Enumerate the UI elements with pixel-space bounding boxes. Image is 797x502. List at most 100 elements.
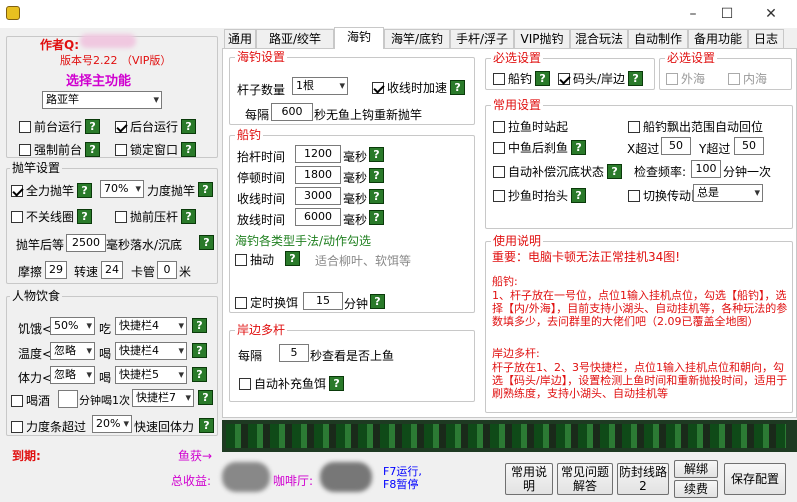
help-icon[interactable]: ?	[77, 183, 93, 198]
help-icon[interactable]: ?	[535, 71, 551, 86]
temp-slot-select[interactable]: 快捷栏4	[115, 342, 187, 360]
faq-button[interactable]: 常见问题 解答	[557, 463, 613, 495]
unbind-button[interactable]: 解绑	[674, 460, 718, 478]
help-icon[interactable]: ?	[369, 189, 384, 204]
after-throw-input[interactable]: 2500	[66, 234, 106, 252]
lift-head-checkbox[interactable]	[493, 189, 505, 202]
help-icon[interactable]: ?	[369, 168, 384, 183]
tab-bottom[interactable]: 海竿/底钓	[384, 29, 450, 48]
alcohol-option[interactable]: 喝酒	[11, 392, 50, 409]
outer-sea-option[interactable]: 外海	[666, 70, 705, 87]
lift-time-input[interactable]: 1200	[295, 145, 341, 163]
help-icon[interactable]: ?	[370, 294, 385, 309]
hunger-select[interactable]: 50%	[50, 317, 95, 335]
tab-sea[interactable]: 海钓	[334, 27, 384, 49]
shore-every-input[interactable]: 5	[279, 344, 309, 362]
help-icon[interactable]: ?	[192, 367, 207, 382]
friction-input[interactable]: 29	[45, 261, 67, 279]
anti-stuck-button[interactable]: 防封线路 2	[617, 463, 669, 495]
auto-fix-checkbox[interactable]	[493, 165, 505, 178]
hunger-slot-select[interactable]: 快捷栏4	[115, 317, 187, 335]
renew-button[interactable]: 续费	[674, 480, 718, 498]
tab-vip[interactable]: VIP抛钓	[514, 29, 570, 48]
boat-mode-checkbox[interactable]	[493, 72, 505, 85]
lift-option[interactable]: 拉鱼时站起	[493, 118, 568, 135]
auto-bait-option[interactable]: 自动补充鱼饵?	[239, 375, 345, 392]
full-power-checkbox[interactable]	[11, 184, 23, 197]
help-icon[interactable]: ?	[329, 376, 345, 391]
sea-every-input[interactable]: 600	[271, 103, 313, 121]
dock-mode-option[interactable]: 码头/岸边?	[558, 70, 644, 87]
help-icon[interactable]: ?	[607, 164, 623, 179]
auto-fix-option[interactable]: 自动补偿沉底状态?	[493, 163, 623, 180]
clip-input[interactable]: 0	[157, 261, 177, 279]
power-percent-select[interactable]: 70%	[100, 180, 144, 198]
check-freq-input[interactable]: 100	[691, 160, 721, 178]
maximize-button[interactable]: ☐	[712, 4, 742, 24]
alcohol-slot-select[interactable]: 快捷栏7	[132, 389, 194, 407]
help-icon[interactable]: ?	[181, 142, 197, 157]
release-time-input[interactable]: 6000	[295, 208, 341, 226]
y-over-input[interactable]: 50	[734, 137, 764, 155]
accelerate-option[interactable]: 收线时加速?	[372, 79, 466, 96]
mid-stop-option[interactable]: 中鱼后刹鱼?	[493, 139, 587, 156]
stamina-slot-select[interactable]: 快捷栏5	[115, 366, 187, 384]
tab-backup[interactable]: 备用功能	[688, 29, 748, 48]
tab-general[interactable]: 通用	[224, 29, 256, 48]
close-button[interactable]: ✕	[756, 4, 786, 24]
tab-log[interactable]: 日志	[748, 29, 784, 48]
twitch-checkbox[interactable]	[235, 253, 247, 266]
auto-bait-checkbox[interactable]	[239, 377, 251, 390]
boat-mode-option[interactable]: 船钓?	[493, 70, 551, 87]
timed-swap-input[interactable]: 15	[303, 292, 343, 310]
tab-float[interactable]: 手杆/浮子	[450, 29, 514, 48]
main-function-select[interactable]: 路亚竿	[42, 91, 162, 109]
help-icon[interactable]: ?	[571, 188, 587, 203]
switch-rod-option[interactable]: 切换传动比	[628, 187, 703, 204]
lock-window-checkbox[interactable]	[115, 143, 127, 156]
help-icon[interactable]: ?	[85, 119, 101, 134]
twitch-option[interactable]: 抽动	[235, 251, 274, 268]
help-icon[interactable]: ?	[181, 119, 197, 134]
force-percent-select[interactable]: 20%	[92, 415, 132, 433]
help-icon[interactable]: ?	[77, 209, 93, 224]
tab-craft[interactable]: 自动制作	[628, 29, 688, 48]
lift-head-option[interactable]: 抄鱼时抬头?	[493, 187, 587, 204]
help-icon[interactable]: ?	[85, 142, 101, 157]
inner-sea-checkbox[interactable]	[728, 72, 740, 85]
tab-mixed[interactable]: 混合玩法	[570, 29, 628, 48]
back-run-checkbox[interactable]	[115, 120, 127, 133]
mid-stop-checkbox[interactable]	[493, 141, 505, 154]
lift-checkbox[interactable]	[493, 120, 505, 133]
help-icon[interactable]: ?	[285, 251, 300, 266]
inner-sea-option[interactable]: 内海	[728, 70, 767, 87]
drift-return-option[interactable]: 船钓飘出范围自动回位	[628, 118, 763, 135]
no-close-line-option[interactable]: 不关线圈?	[11, 208, 93, 225]
alcohol-checkbox[interactable]	[11, 394, 23, 407]
help-icon[interactable]: ?	[369, 147, 384, 162]
help-icon[interactable]: ?	[198, 182, 213, 197]
pause-time-input[interactable]: 1800	[295, 166, 341, 184]
help-icon[interactable]: ?	[199, 418, 214, 433]
save-config-button[interactable]: 保存配置	[724, 463, 786, 495]
force-over-checkbox[interactable]	[11, 420, 23, 433]
switch-rod-checkbox[interactable]	[628, 189, 640, 202]
minimize-button[interactable]: –	[678, 4, 708, 24]
press-rod-checkbox[interactable]	[115, 210, 127, 223]
front-run-checkbox[interactable]	[19, 120, 31, 133]
force-front-checkbox[interactable]	[19, 143, 31, 156]
x-over-input[interactable]: 50	[661, 137, 691, 155]
back-run-option[interactable]: 后台运行?	[115, 118, 197, 135]
outer-sea-checkbox[interactable]	[666, 72, 678, 85]
tab-lure[interactable]: 路亚/绞竿	[256, 29, 334, 48]
switch-rod-select[interactable]: 总是	[693, 184, 763, 202]
help-icon[interactable]: ?	[369, 210, 384, 225]
help-icon[interactable]: ?	[450, 80, 466, 95]
manual-button[interactable]: 常用说 明	[505, 463, 553, 495]
accelerate-checkbox[interactable]	[372, 81, 384, 94]
force-front-option[interactable]: 强制前台?	[19, 141, 101, 158]
temp-select[interactable]: 忽略	[50, 342, 95, 360]
force-over-option[interactable]: 力度条超过	[11, 418, 86, 435]
drift-return-checkbox[interactable]	[628, 120, 640, 133]
dock-mode-checkbox[interactable]	[558, 72, 570, 85]
